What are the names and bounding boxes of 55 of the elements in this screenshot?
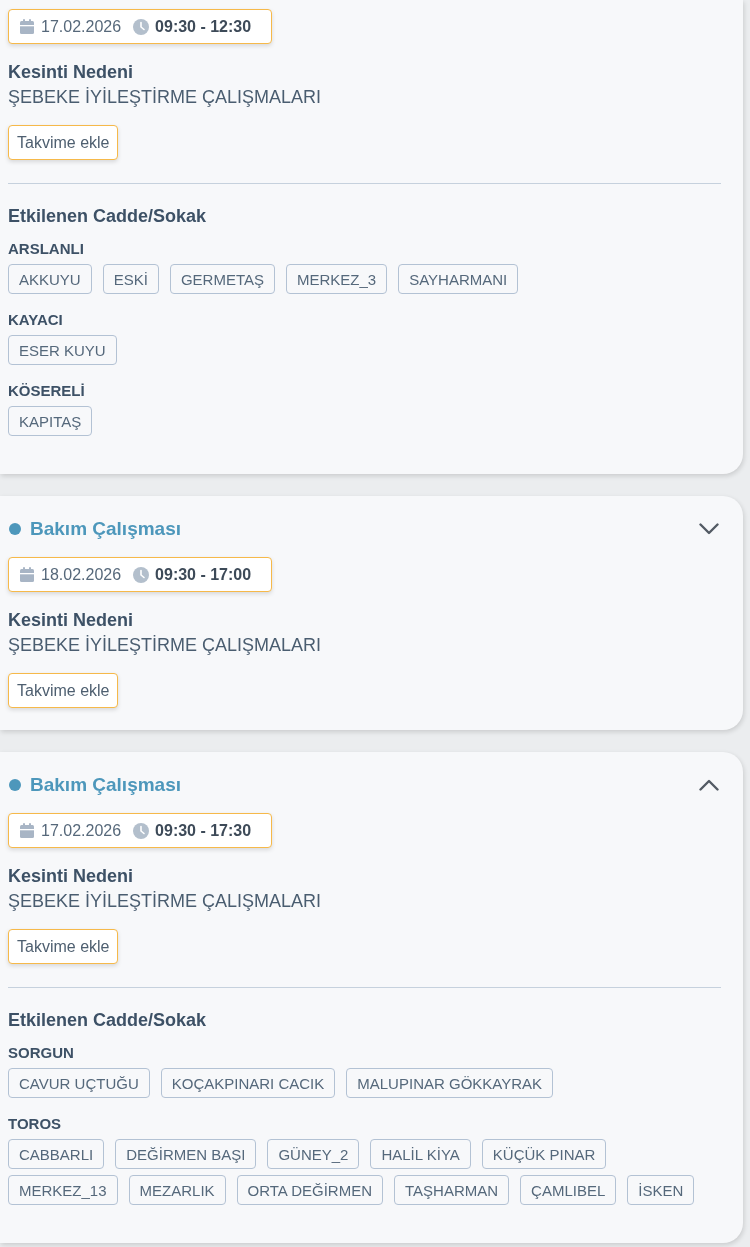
status-dot-icon xyxy=(9,779,21,791)
reason-label: Kesinti Nedeni xyxy=(8,865,135,887)
outage-time: 09:30 - 12:30 xyxy=(155,17,252,36)
street-tag: ESKİ xyxy=(102,264,159,294)
street-tag: CAVUR UÇTUĞU xyxy=(8,1068,150,1098)
area-name: TOROS xyxy=(8,1115,63,1133)
add-to-calendar-button[interactable]: Takvime ekle xyxy=(8,673,119,708)
street-tag: MERKEZ_13 xyxy=(8,1175,118,1205)
street-tag: KOÇAKPINARI CACIK xyxy=(160,1068,336,1098)
street-tag: SAYHARMANI xyxy=(398,264,519,294)
clock-icon xyxy=(133,822,150,839)
outage-time: 09:30 - 17:30 xyxy=(155,821,252,840)
category-title: Bakım Çalışması xyxy=(30,774,183,796)
affected-streets-label: Etkilenen Cadde/Sokak xyxy=(8,1009,208,1031)
street-tag: AKKUYU xyxy=(8,264,92,294)
street-tag: TAŞHARMAN xyxy=(394,1175,510,1205)
street-tag: ÇAMLIBEL xyxy=(520,1175,617,1205)
street-tag: ESER KUYU xyxy=(8,335,117,365)
street-tag: GÜNEY_2 xyxy=(267,1139,360,1169)
reason-label: Kesinti Nedeni xyxy=(8,61,135,83)
reason-label: Kesinti Nedeni xyxy=(8,609,135,631)
area-name: SORGUN xyxy=(8,1044,75,1062)
reason-text: ŞEBEKE İYİLEŞTİRME ÇALIŞMALARI xyxy=(8,86,323,108)
street-tag: MALUPINAR GÖKKAYRAK xyxy=(346,1068,554,1098)
calendar-icon xyxy=(20,567,34,582)
street-tag: GERMETAŞ xyxy=(169,264,275,294)
affected-streets-label: Etkilenen Cadde/Sokak xyxy=(8,205,208,227)
outage-time: 09:30 - 17:00 xyxy=(155,565,252,584)
calendar-icon xyxy=(20,19,34,34)
area-name: KAYACI xyxy=(8,311,64,329)
area-name: ARSLANLI xyxy=(8,240,85,258)
street-tag: MERKEZ_3 xyxy=(285,264,388,294)
outage-date: 18.02.2026 xyxy=(41,565,122,584)
clock-icon xyxy=(133,18,150,35)
area-name: KÖSERELİ xyxy=(8,382,86,400)
street-tag: ORTA DEĞİRMEN xyxy=(236,1175,384,1205)
street-tag: HALİL KİYA xyxy=(370,1139,471,1169)
reason-text: ŞEBEKE İYİLEŞTİRME ÇALIŞMALARI xyxy=(8,634,323,656)
street-tag: CABBARLI xyxy=(8,1139,105,1169)
street-tag: KAPITAŞ xyxy=(8,406,93,436)
street-tag: İSKEN xyxy=(627,1175,695,1205)
street-tag: KÜÇÜK PINAR xyxy=(481,1139,607,1169)
street-tag: MEZARLIK xyxy=(128,1175,226,1205)
outage-date: 17.02.2026 xyxy=(41,17,122,36)
chevron-up-icon[interactable] xyxy=(699,779,719,791)
status-dot-icon xyxy=(9,523,21,535)
add-to-calendar-button[interactable]: Takvime ekle xyxy=(8,125,119,160)
add-to-calendar-button[interactable]: Takvime ekle xyxy=(8,929,119,964)
reason-text: ŞEBEKE İYİLEŞTİRME ÇALIŞMALARI xyxy=(8,890,323,912)
category-title: Bakım Çalışması xyxy=(30,518,183,540)
clock-icon xyxy=(133,566,150,583)
calendar-icon xyxy=(20,823,34,838)
street-tag: DEĞİRMEN BAŞI xyxy=(115,1139,257,1169)
chevron-down-icon[interactable] xyxy=(699,523,719,535)
outage-date: 17.02.2026 xyxy=(41,821,122,840)
